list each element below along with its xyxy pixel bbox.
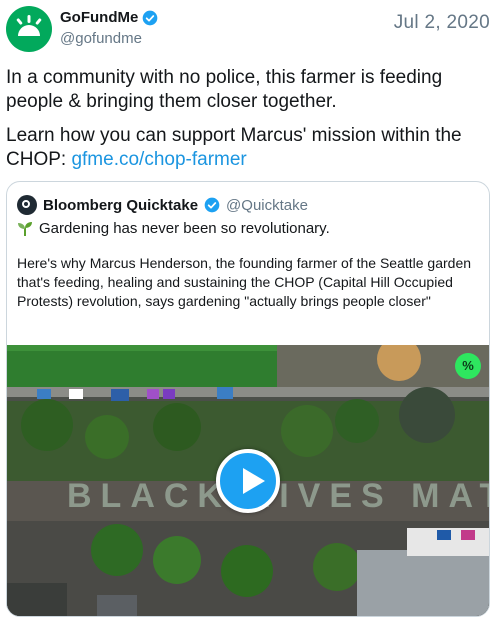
seedling-icon [18,221,32,236]
quoted-author-handle[interactable]: @Quicktake [226,197,308,214]
tweet-link[interactable]: gfme.co/chop-farmer [71,149,246,170]
verified-badge-icon [204,197,220,213]
gofundme-avatar[interactable] [6,6,52,52]
quoted-subtitle-text: Gardening has never been so revolutionar… [39,220,330,237]
author-handle[interactable]: @gofundme [60,30,142,47]
video-player[interactable]: BLACK LIVES MATTER % [7,345,489,616]
quoted-body-text: Here's why Marcus Henderson, the foundin… [17,255,472,309]
tweet-date[interactable]: Jul 2, 2020 [394,12,490,34]
play-button[interactable] [216,449,280,513]
gofundme-logo-icon [16,15,42,36]
quoted-tweet-card[interactable]: Bloomberg Quicktake @Quicktake Gardening… [6,181,490,617]
tweet-header: GoFundMe @gofundme Jul 2, 2020 [6,6,494,52]
tweet-text-line1: In a community with no police, this farm… [6,67,443,112]
video-badge: % [455,353,481,379]
quoted-subtitle: Gardening has never been so revolutionar… [17,220,330,237]
quicktake-avatar[interactable] [17,195,37,215]
tweet-text-line2: Learn how you can support Marcus' missio… [6,124,492,172]
author-name[interactable]: GoFundMe [60,9,138,26]
quoted-tweet-header: Bloomberg Quicktake @Quicktake [17,195,308,215]
author-name-row[interactable]: GoFundMe [60,9,158,26]
verified-badge-icon [142,10,158,25]
quoted-author-name[interactable]: Bloomberg Quicktake [43,197,198,214]
